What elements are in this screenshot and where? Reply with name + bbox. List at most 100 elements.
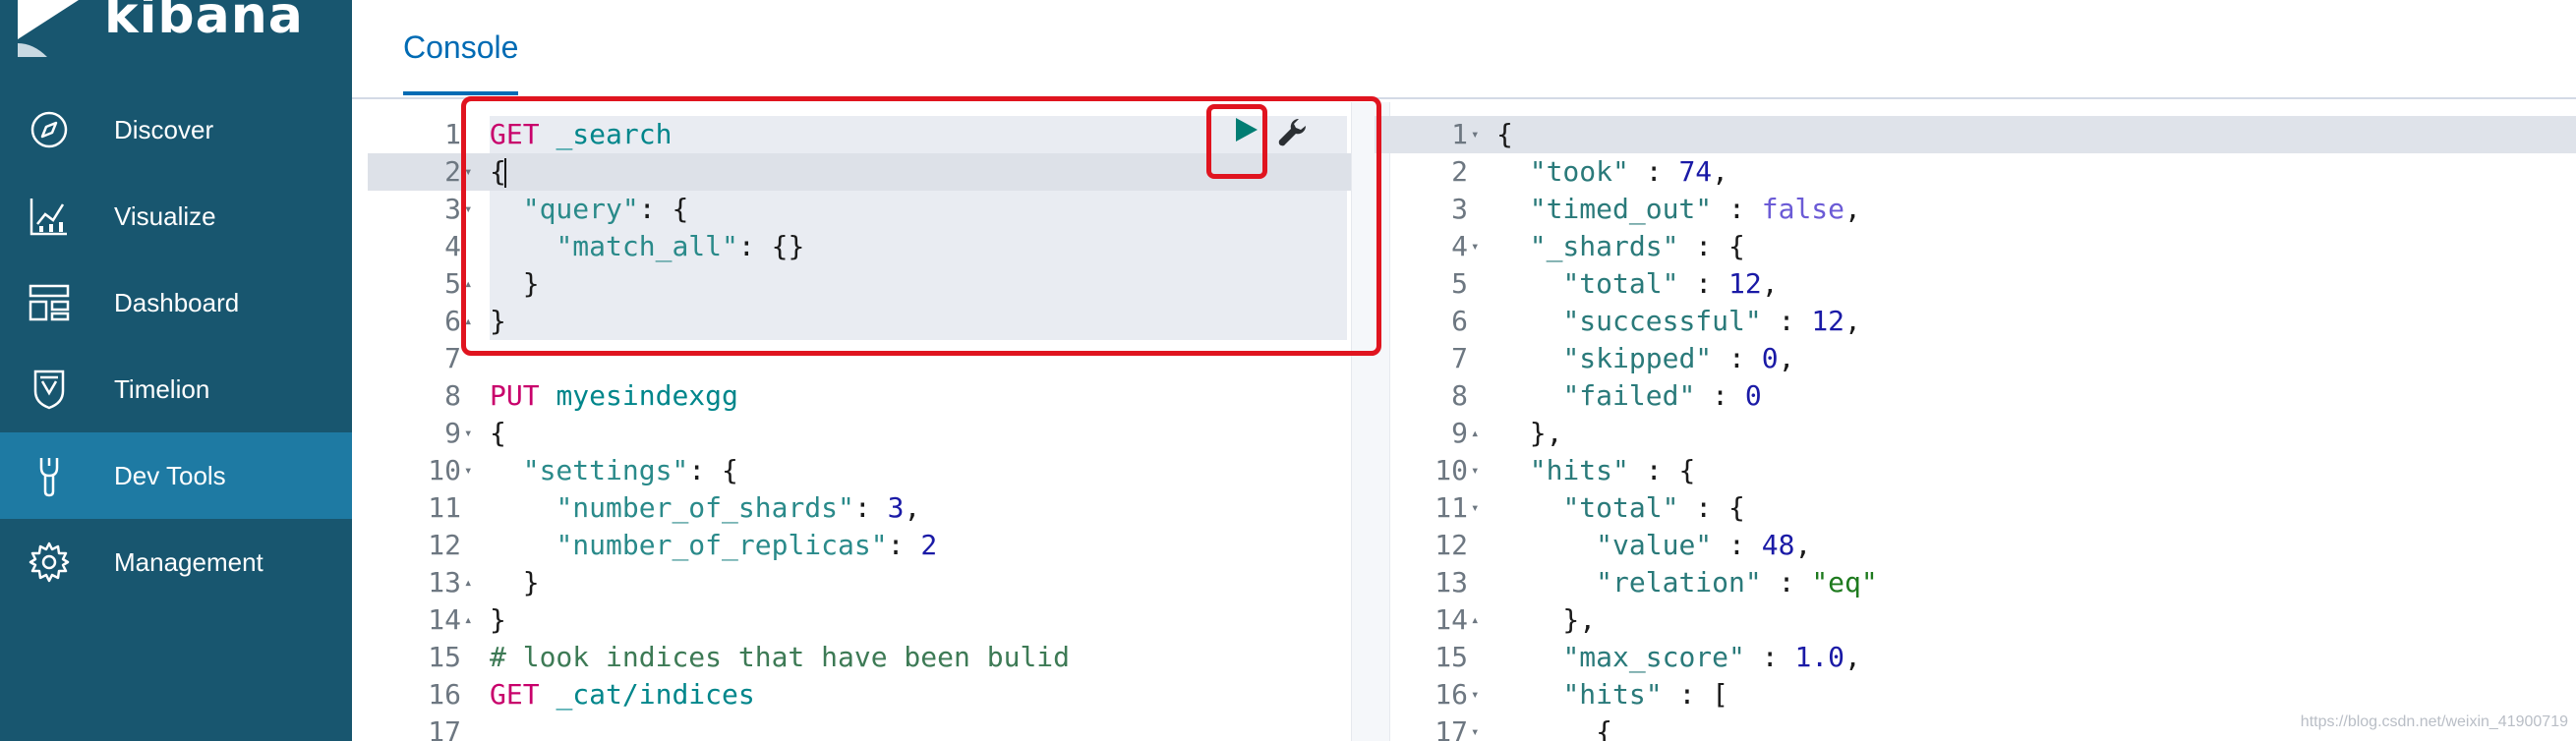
line-number: 11 (1434, 491, 1468, 524)
sidebar-item-label: Visualize (114, 200, 216, 231)
sidebar-item-discover[interactable]: Discover (0, 86, 352, 173)
line-number: 17 (428, 715, 461, 741)
fold-toggle-icon[interactable]: ▴ (1471, 415, 1487, 452)
sidebar-item-management[interactable]: Management (0, 519, 352, 605)
annotation-box-run-button (1206, 104, 1267, 179)
line-number: 12 (1434, 529, 1468, 561)
sidebar-item-dev-tools[interactable]: Dev Tools (0, 432, 352, 519)
active-line-highlight (1375, 116, 2576, 153)
code-token: # look indices that have been bulid (490, 641, 1071, 673)
chart-icon (29, 199, 67, 236)
code-text: "successful" : 12, (1496, 303, 1861, 340)
code-text: "relation" : "eq" (1496, 564, 1878, 601)
sidebar-item-dashboard[interactable]: Dashboard (0, 259, 352, 346)
fold-toggle-icon[interactable]: ▾ (1471, 713, 1487, 741)
code-text: "hits" : [ (1496, 676, 1728, 713)
line-number: 12 (428, 529, 461, 561)
fold-toggle-icon[interactable]: ▾ (1471, 452, 1487, 489)
fold-toggle-icon[interactable]: ▾ (464, 452, 480, 489)
code-token: "total" (1562, 491, 1679, 524)
code-text: { (490, 415, 506, 452)
line-number: 5 (444, 267, 461, 300)
line-number: 4 (444, 230, 461, 262)
tab-console[interactable]: Console (403, 29, 519, 95)
line-number: 5 (1451, 267, 1468, 300)
code-token: : { (1628, 454, 1696, 486)
line-number: 9 (1451, 417, 1468, 449)
code-text: "total" : { (1496, 489, 1745, 527)
line-number: 13 (1434, 566, 1468, 598)
code-token: , (1761, 267, 1779, 300)
code-token: "hits" (1562, 678, 1663, 711)
code-text: }, (1496, 415, 1563, 452)
line-number: 4 (1451, 230, 1468, 262)
sidebar-item-visualize[interactable]: Visualize (0, 173, 352, 259)
code-token: "skipped" (1562, 342, 1713, 374)
line-number: 10 (1434, 454, 1468, 486)
line-number: 17 (1434, 715, 1468, 741)
fold-toggle-icon[interactable]: ▾ (1471, 489, 1487, 527)
line-number: 6 (1451, 305, 1468, 337)
fold-toggle-icon[interactable]: ▴ (464, 564, 480, 601)
code-token: , (1844, 305, 1861, 337)
code-token: 12 (1811, 305, 1845, 337)
code-text: "_shards" : { (1496, 228, 1745, 265)
line-number: 8 (1451, 379, 1468, 412)
line-number: 14 (428, 603, 461, 636)
code-text: "took" : 74, (1496, 153, 1728, 191)
kibana-logo[interactable]: kibana (0, 0, 352, 69)
code-token: : (1712, 193, 1762, 225)
sidebar-item-timelion[interactable]: Timelion (0, 346, 352, 432)
code-text: "max_score" : 1.0, (1496, 639, 1860, 676)
wrench-icon (39, 458, 59, 497)
code-token: "value" (1596, 529, 1713, 561)
line-number: 1 (444, 118, 461, 150)
code-token: : { (1678, 491, 1745, 524)
fold-toggle-icon[interactable]: ▴ (1471, 601, 1487, 639)
sidebar-item-label: Dev Tools (114, 460, 226, 490)
sidebar: kibana Discover Visualize Dashboard Time… (0, 0, 352, 741)
code-token: "successful" (1562, 305, 1762, 337)
code-token: : (1712, 342, 1762, 374)
code-token: { (1496, 715, 1613, 741)
code-token: : (1712, 529, 1762, 561)
code-text: }, (1496, 601, 1596, 639)
sidebar-item-label: Management (114, 546, 263, 577)
code-text: } (490, 564, 540, 601)
sidebar-nav: Discover Visualize Dashboard Timelion De… (0, 86, 352, 605)
kibana-logo-icon (18, 0, 79, 57)
line-number: 2 (444, 155, 461, 188)
line-number: 15 (428, 641, 461, 673)
code-text: "number_of_replicas": 2 (490, 527, 937, 564)
code-text: "timed_out" : false, (1496, 191, 1861, 228)
line-number: 3 (444, 193, 461, 225)
code-token: : (1761, 305, 1812, 337)
fold-toggle-icon[interactable]: ▾ (1471, 676, 1487, 713)
fold-toggle-icon[interactable]: ▾ (1471, 228, 1487, 265)
compass-icon (30, 111, 68, 148)
code-token: : { (688, 454, 738, 486)
line-number: 8 (444, 379, 461, 412)
line-number: 3 (1451, 193, 1468, 225)
code-token: "max_score" (1562, 641, 1745, 673)
code-token: , (1794, 529, 1812, 561)
code-token: , (1844, 193, 1861, 225)
sidebar-item-label: Dashboard (114, 287, 240, 317)
code-token: : (1761, 566, 1812, 598)
code-token: 74 (1678, 155, 1713, 188)
code-token: : (853, 491, 888, 524)
code-text: PUT myesindexgg (490, 377, 738, 415)
code-token: "number_of_replicas" (556, 529, 888, 561)
fold-toggle-icon[interactable]: ▾ (464, 415, 480, 452)
fold-toggle-icon[interactable]: ▴ (464, 601, 480, 639)
fold-toggle-icon[interactable]: ▾ (1471, 116, 1487, 153)
code-text: "number_of_shards": 3, (490, 489, 920, 527)
code-token: false (1761, 193, 1845, 225)
